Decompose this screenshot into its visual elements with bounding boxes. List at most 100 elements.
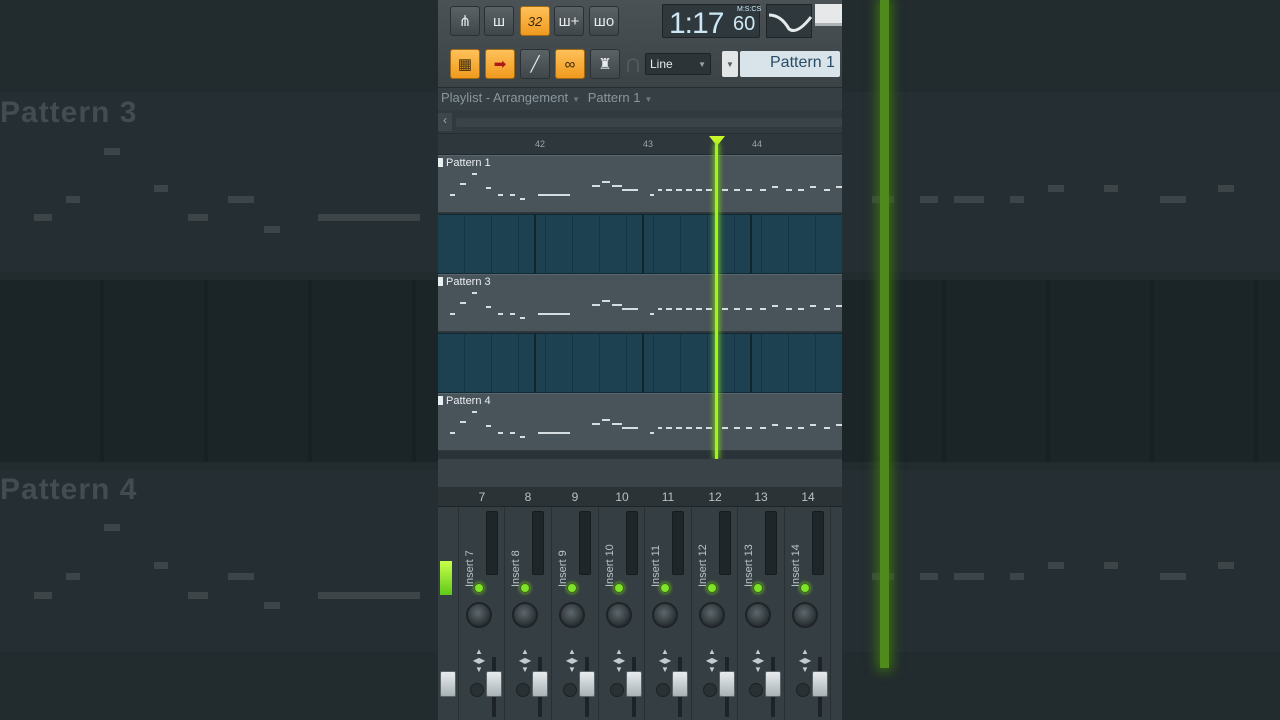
horizontal-scrollbar[interactable]: ‹ [438, 110, 842, 134]
mute-led[interactable] [520, 583, 530, 593]
audio-clip-lane[interactable] [438, 214, 842, 274]
mixer-strip[interactable]: Insert 10 ▲ ◀▶ ▼ [598, 507, 644, 720]
stereo-knob[interactable] [703, 683, 717, 697]
routing-arrows-icon[interactable]: ▲ ◀▶ ▼ [565, 647, 579, 674]
stereo-knob[interactable] [796, 683, 810, 697]
note [520, 317, 525, 319]
loop-record-button[interactable]: шо [589, 6, 619, 36]
pan-knob[interactable] [745, 602, 771, 628]
stereo-knob[interactable] [749, 683, 763, 697]
mixer-strip[interactable]: Insert 11 ▲ ◀▶ ▼ [644, 507, 690, 720]
mute-led[interactable] [660, 583, 670, 593]
time-display[interactable]: 1:17 M:S:CS 60 [662, 4, 761, 40]
volume-fader[interactable] [719, 671, 735, 697]
bg-note [154, 185, 168, 192]
note [696, 189, 702, 191]
bar-line [642, 334, 644, 392]
mute-led[interactable] [614, 583, 624, 593]
blurred-background-left: Pattern 3 Pattern 4 [0, 0, 438, 720]
mixer-strip[interactable]: Insert 12 ▲ ◀▶ ▼ [691, 507, 737, 720]
breadcrumb-pattern[interactable]: Pattern 1 [588, 90, 641, 105]
level-meter [579, 511, 591, 575]
mixer-strip[interactable]: Insert 9 ▲ ◀▶ ▼ [551, 507, 597, 720]
mute-led[interactable] [567, 583, 577, 593]
volume-fader[interactable] [626, 671, 642, 697]
cpu-meter [815, 4, 842, 26]
pan-knob[interactable] [466, 602, 492, 628]
add-beat-button[interactable]: ш+ [554, 6, 584, 36]
audio-clip-lane[interactable] [438, 333, 842, 393]
magnet-icon[interactable] [627, 58, 639, 72]
stereo-knob[interactable] [516, 683, 530, 697]
brush-button[interactable]: ╱ [520, 49, 550, 79]
mute-led[interactable] [753, 583, 763, 593]
mixer-strip-partial[interactable] [830, 507, 842, 720]
mute-led[interactable] [800, 583, 810, 593]
pattern-selector[interactable]: Pattern 1 [740, 51, 840, 77]
timeline-ruler[interactable]: 42 43 44 [438, 134, 842, 155]
stereo-knob[interactable] [563, 683, 577, 697]
mute-led[interactable] [707, 583, 717, 593]
mixer-strip[interactable]: Insert 8 ▲ ◀▶ ▼ [504, 507, 550, 720]
pattern-clip[interactable]: Pattern 1 [438, 155, 842, 213]
stamp-button[interactable]: ♜ [590, 49, 620, 79]
step-count-button[interactable]: 32 [520, 6, 550, 36]
breadcrumb-playlist[interactable]: Playlist - Arrangement [441, 90, 568, 105]
mixer-strip[interactable]: Insert 7 ▲ ◀▶ ▼ [458, 507, 504, 720]
volume-fader[interactable] [532, 671, 548, 697]
note [498, 194, 503, 196]
volume-fader[interactable] [486, 671, 502, 697]
volume-fader[interactable] [579, 671, 595, 697]
note [772, 305, 778, 307]
snap-mode-select[interactable]: Line ▼ [645, 53, 711, 75]
arrow-button[interactable]: ➡ [485, 49, 515, 79]
brush-icon: ╱ [530, 56, 540, 73]
routing-arrows-icon[interactable]: ▲ ◀▶ ▼ [472, 647, 486, 674]
scrollbar-track[interactable] [456, 118, 842, 127]
pattern-menu-button[interactable]: ▼ [722, 51, 738, 77]
stereo-knob[interactable] [610, 683, 624, 697]
routing-arrows-icon[interactable]: ▲ ◀▶ ▼ [751, 647, 765, 674]
note [486, 425, 491, 427]
routing-arrows-icon[interactable]: ▲ ◀▶ ▼ [518, 647, 532, 674]
note [734, 427, 740, 429]
bg-note [104, 148, 120, 155]
pan-knob[interactable] [652, 602, 678, 628]
stereo-knob[interactable] [470, 683, 484, 697]
mixer-strip-partial[interactable] [438, 507, 456, 720]
note [772, 424, 778, 426]
piano-roll-button[interactable]: ▦ [450, 49, 480, 79]
stereo-knob[interactable] [656, 683, 670, 697]
note [676, 308, 682, 310]
link-button[interactable]: ∞ [555, 49, 585, 79]
tempo-tap-button[interactable]: ⋔ [450, 6, 480, 36]
pan-knob[interactable] [559, 602, 585, 628]
note [538, 313, 570, 315]
volume-fader[interactable] [765, 671, 781, 697]
insert-name: Insert 7 [464, 550, 476, 587]
note [510, 313, 515, 315]
bg-note [954, 196, 984, 203]
routing-arrows-icon[interactable]: ▲ ◀▶ ▼ [705, 647, 719, 674]
volume-fader[interactable] [440, 671, 456, 697]
routing-arrows-icon[interactable]: ▲ ◀▶ ▼ [798, 647, 812, 674]
mixer-strip[interactable]: Insert 14 ▲ ◀▶ ▼ [784, 507, 830, 720]
insert-label: Insert 11 [650, 517, 664, 587]
pattern-clip[interactable]: Pattern 4 [438, 393, 842, 451]
mute-led[interactable] [474, 583, 484, 593]
volume-fader[interactable] [812, 671, 828, 697]
routing-arrows-icon[interactable]: ▲ ◀▶ ▼ [658, 647, 672, 674]
routing-arrows-icon[interactable]: ▲ ◀▶ ▼ [612, 647, 626, 674]
pan-knob[interactable] [606, 602, 632, 628]
pattern-clip[interactable]: Pattern 3 [438, 274, 842, 332]
note [786, 308, 792, 310]
playhead[interactable] [715, 144, 718, 459]
bg-pattern-lane [842, 92, 1280, 272]
pan-knob[interactable] [512, 602, 538, 628]
scroll-left-icon[interactable]: ‹ [438, 113, 452, 131]
pan-knob[interactable] [699, 602, 725, 628]
mixer-strip[interactable]: Insert 13 ▲ ◀▶ ▼ [737, 507, 783, 720]
pan-knob[interactable] [792, 602, 818, 628]
volume-fader[interactable] [672, 671, 688, 697]
metronome-button[interactable]: ш [484, 6, 514, 36]
